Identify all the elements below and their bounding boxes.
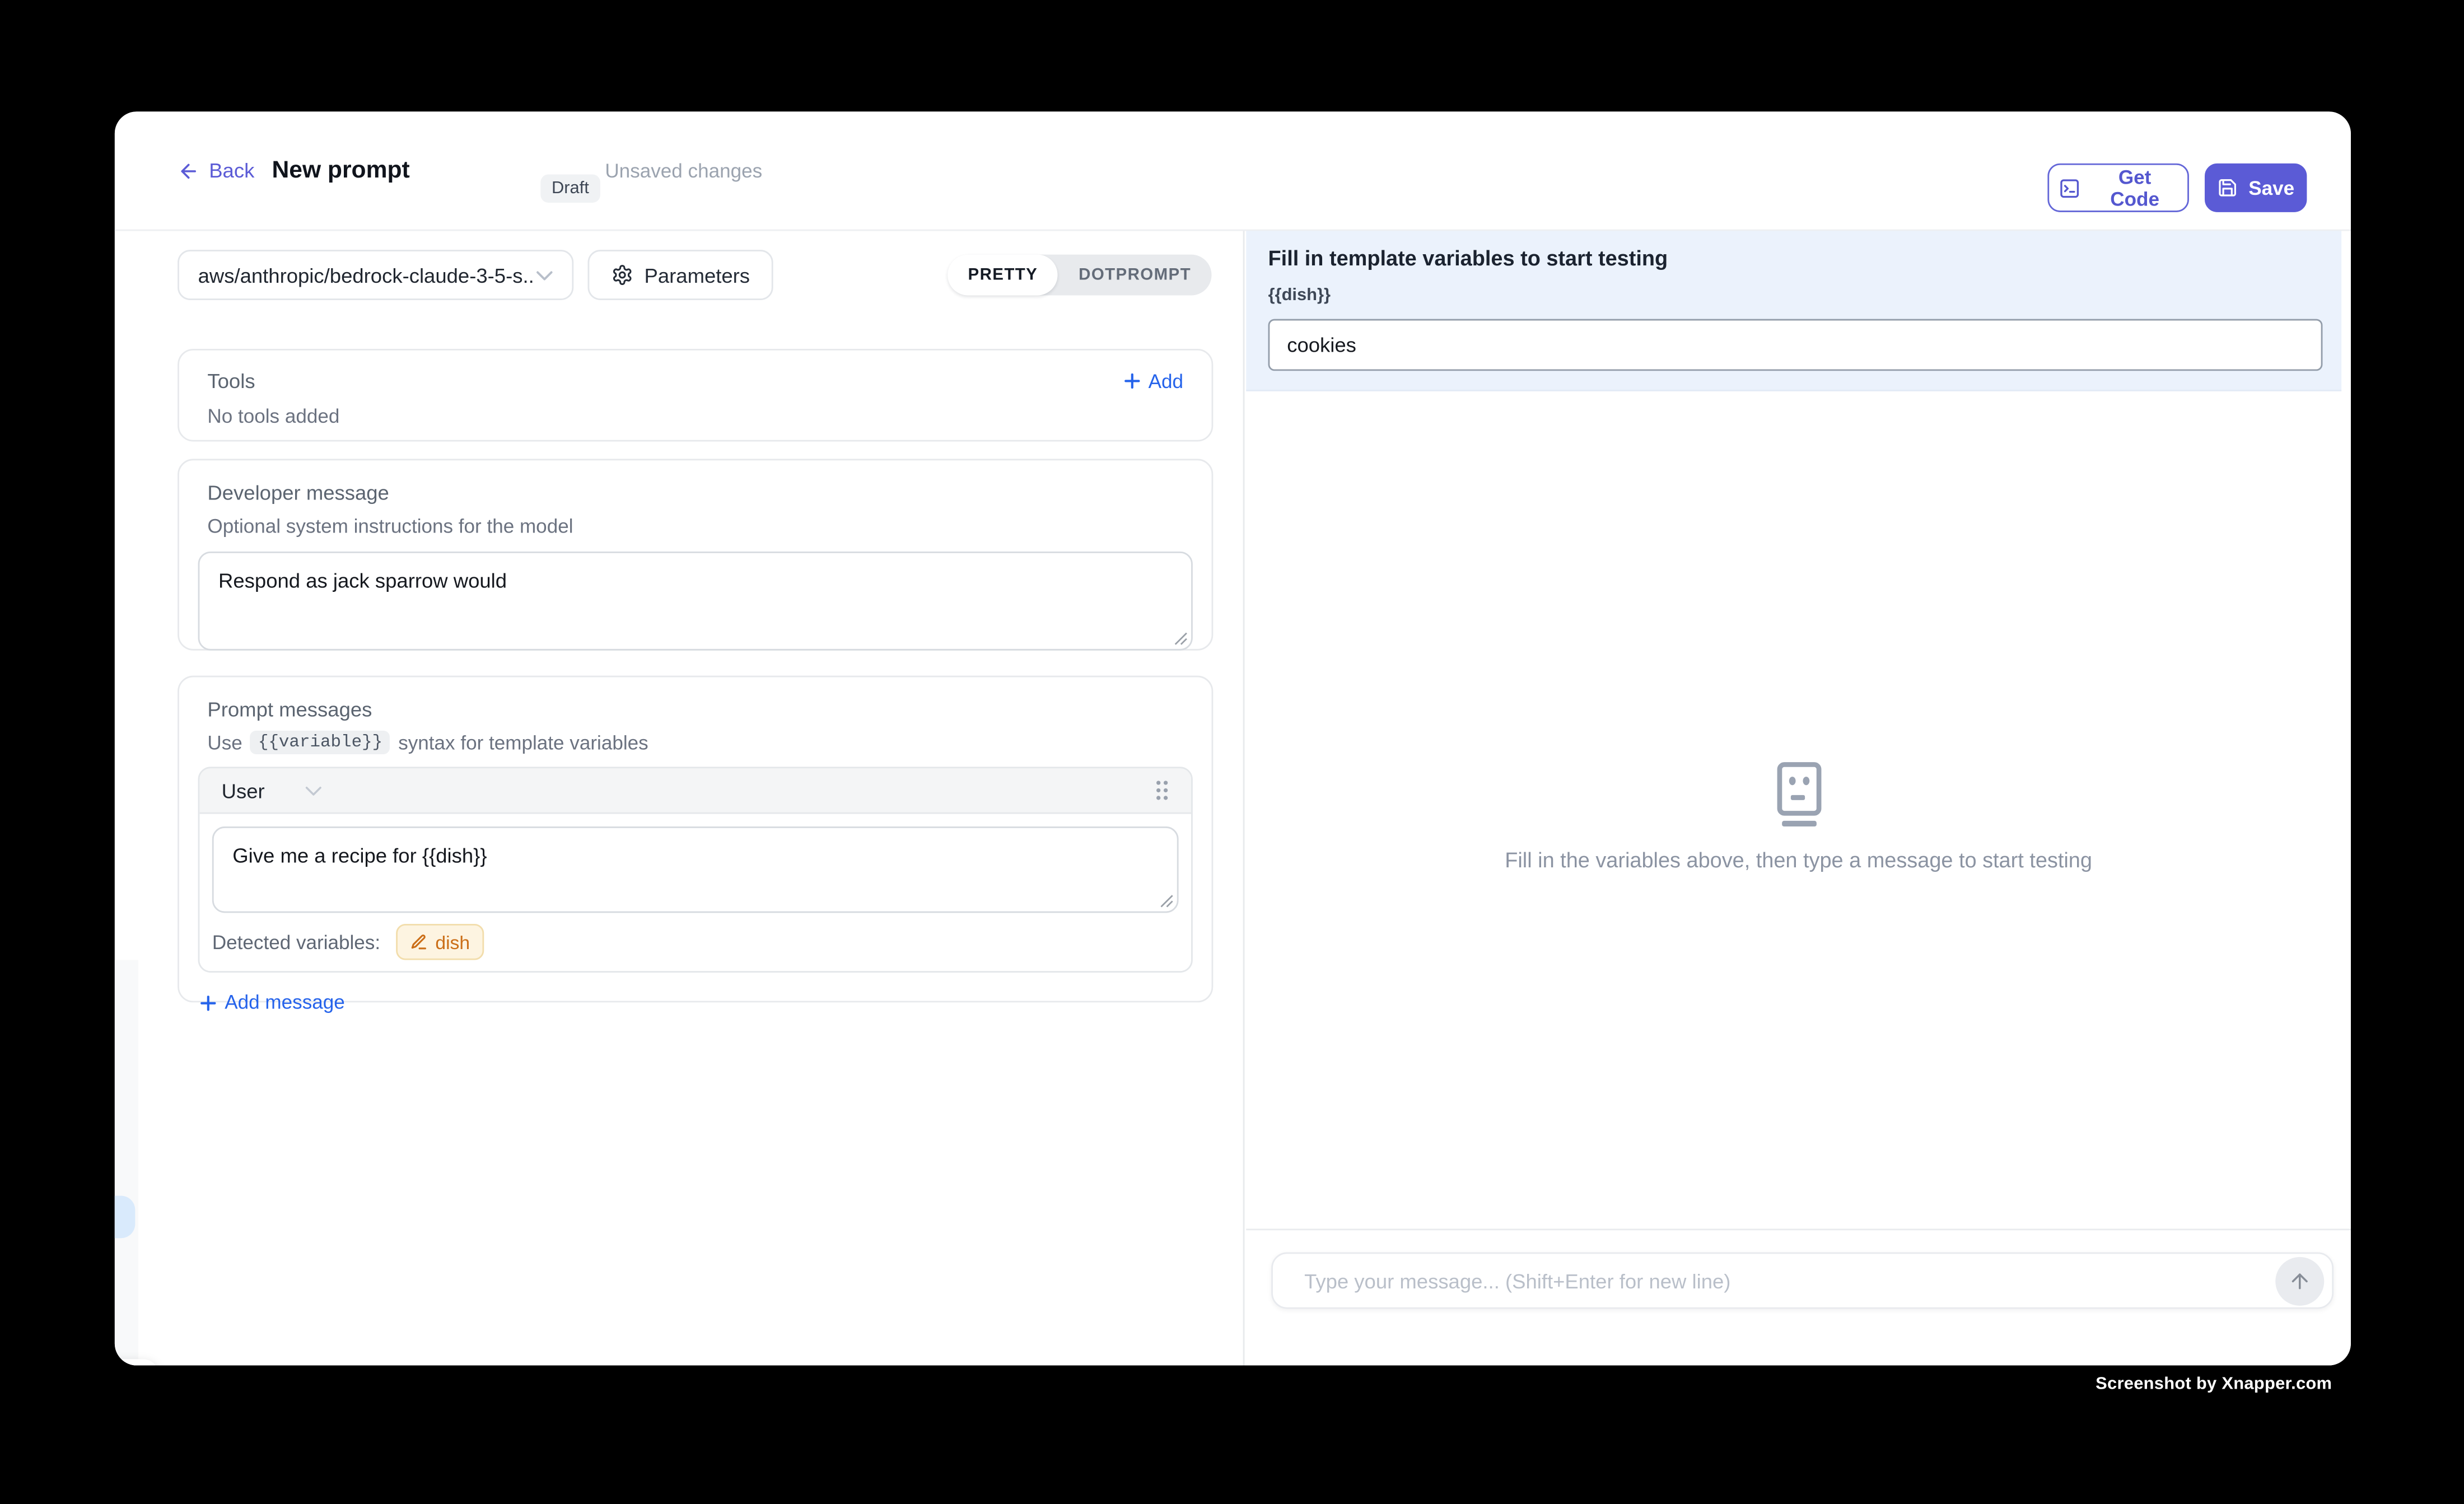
- dish-variable-label: {{dish}}: [1268, 286, 1331, 305]
- developer-message-subtitle: Optional system instructions for the mod…: [207, 515, 1192, 537]
- tools-title: Tools: [207, 369, 255, 393]
- role-select[interactable]: User: [222, 778, 323, 802]
- role-value: User: [222, 778, 265, 802]
- back-label: Back: [209, 158, 254, 182]
- robot-face-icon: [1770, 762, 1827, 828]
- get-code-label: Get Code: [2092, 166, 2178, 210]
- arrow-left-icon: [178, 160, 199, 181]
- plus-icon: [199, 994, 217, 1011]
- save-label: Save: [2248, 177, 2294, 199]
- back-button[interactable]: Back: [178, 111, 254, 229]
- variable-chip-dish[interactable]: dish: [396, 924, 484, 960]
- toggle-pretty[interactable]: PRETTY: [948, 255, 1058, 296]
- status-badge: Draft: [540, 174, 600, 203]
- toggle-dotprompt[interactable]: DOTPROMPT: [1058, 255, 1212, 296]
- developer-message-title: Developer message: [207, 481, 389, 505]
- parameters-label: Parameters: [645, 263, 750, 287]
- dish-variable-input[interactable]: [1268, 319, 2323, 371]
- chevron-down-icon: [536, 269, 553, 281]
- chat-message-input[interactable]: [1273, 1254, 2294, 1307]
- empty-state-text: Fill in the variables above, then type a…: [1246, 848, 2351, 872]
- variable-chip-label: dish: [435, 931, 470, 953]
- detected-variables-label: Detected variables:: [212, 931, 380, 953]
- send-button[interactable]: [2275, 1257, 2324, 1306]
- unsaved-changes-label: Unsaved changes: [605, 111, 762, 229]
- chat-input-bar: [1271, 1252, 2334, 1309]
- edge-sidebar-strip: [115, 960, 138, 1366]
- chevron-down-icon: [306, 785, 323, 796]
- model-select-value: aws/anthropic/bedrock-claude-3-5-s...: [198, 263, 536, 287]
- template-syntax-hint: Use {{variable}} syntax for template var…: [207, 731, 1192, 754]
- header: Back New prompt Draft Unsaved changes Ge…: [115, 111, 2351, 231]
- message-body: Detected variables: dish: [199, 814, 1191, 971]
- save-icon: [2217, 178, 2237, 198]
- view-mode-toggle: PRETTY DOTPROMPT: [948, 255, 1211, 296]
- parameters-button[interactable]: Parameters: [587, 250, 773, 300]
- prompt-messages-title: Prompt messages: [207, 698, 372, 721]
- chat-divider: [1246, 1229, 2351, 1230]
- save-button[interactable]: Save: [2205, 164, 2307, 212]
- add-tool-button[interactable]: Add: [1123, 370, 1183, 392]
- developer-message-card: Developer message Optional system instru…: [178, 459, 1213, 650]
- edge-highlight-fragment: [115, 1195, 135, 1238]
- gear-icon: [612, 264, 633, 286]
- plus-icon: [1123, 372, 1141, 390]
- arrow-up-icon: [2288, 1269, 2312, 1293]
- hint-suffix: syntax for template variables: [398, 731, 648, 753]
- watermark: Screenshot by Xnapper.com: [2096, 1375, 2332, 1394]
- model-select[interactable]: aws/anthropic/bedrock-claude-3-5-s...: [178, 250, 573, 300]
- message-role-header: User: [199, 768, 1191, 814]
- variable-syntax-chip: {{variable}}: [250, 731, 390, 754]
- get-code-button[interactable]: Get Code: [2047, 164, 2189, 212]
- add-message-button[interactable]: Add message: [199, 992, 344, 1013]
- developer-message-textarea[interactable]: [198, 552, 1193, 651]
- add-tool-label: Add: [1149, 370, 1183, 392]
- edge-card-fragment: [115, 1359, 159, 1365]
- message-item: User: [198, 767, 1193, 973]
- tools-empty-text: No tools added: [207, 405, 1183, 427]
- screenshot-stage: Screenshot by Xnapper.com Back New promp…: [0, 0, 2464, 1503]
- template-variables-section: Fill in template variables to start test…: [1246, 230, 2341, 391]
- terminal-square-icon: [2059, 177, 2080, 199]
- prompt-editor-panel: aws/anthropic/bedrock-claude-3-5-s... Pa…: [115, 230, 1245, 1366]
- test-panel: Fill in template variables to start test…: [1246, 230, 2351, 1366]
- page-title: New prompt: [272, 111, 409, 229]
- pencil-icon: [410, 933, 427, 951]
- prompt-messages-card: Prompt messages Use {{variable}} syntax …: [178, 676, 1213, 1003]
- add-message-label: Add message: [225, 992, 344, 1013]
- message-textarea[interactable]: [212, 826, 1179, 913]
- template-variables-title: Fill in template variables to start test…: [1268, 247, 1668, 270]
- drag-handle-icon[interactable]: [1155, 779, 1169, 801]
- detected-variables-row: Detected variables: dish: [212, 926, 1179, 959]
- tools-card: Tools Add No tools added: [178, 349, 1213, 442]
- hint-prefix: Use: [207, 731, 242, 753]
- app-window: Back New prompt Draft Unsaved changes Ge…: [115, 111, 2351, 1365]
